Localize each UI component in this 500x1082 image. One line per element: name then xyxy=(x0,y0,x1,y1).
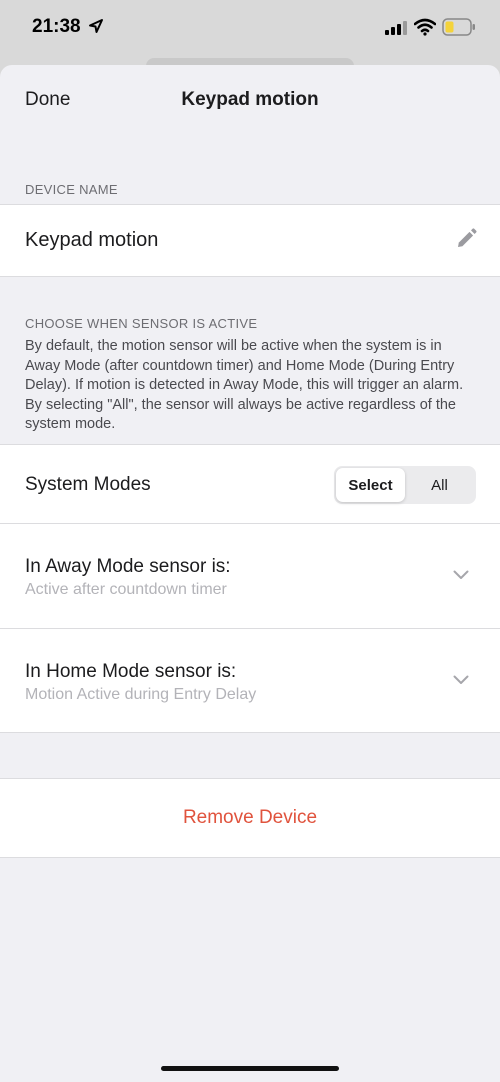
sensor-active-header: CHOOSE WHEN SENSOR IS ACTIVE xyxy=(25,316,258,331)
away-mode-row[interactable]: In Away Mode sensor is: Active after cou… xyxy=(0,523,500,628)
home-indicator xyxy=(161,1066,339,1071)
system-modes-label: System Modes xyxy=(25,474,151,495)
cellular-signal-icon xyxy=(385,21,407,35)
sensor-description: By default, the motion sensor will be ac… xyxy=(25,338,464,432)
away-mode-value: Active after countdown timer xyxy=(25,581,227,598)
remove-device-button[interactable]: Remove Device xyxy=(0,779,500,857)
wifi-icon xyxy=(414,18,436,36)
system-modes-row: System Modes Select All xyxy=(0,444,500,523)
status-time: 21:38 xyxy=(32,16,81,37)
segment-select[interactable]: Select xyxy=(336,468,405,502)
chevron-down-icon xyxy=(453,675,469,684)
system-modes-segmented-control[interactable]: Select All xyxy=(334,466,476,504)
navigation-bar: Done Keypad motion xyxy=(0,65,500,135)
remove-device-row: Remove Device xyxy=(0,778,500,858)
modal-sheet: Done Keypad motion DEVICE NAME Keypad mo… xyxy=(0,65,500,1082)
chevron-down-icon xyxy=(453,570,469,579)
device-name-header: DEVICE NAME xyxy=(25,182,118,197)
away-mode-title: In Away Mode sensor is: xyxy=(25,556,231,577)
device-name-row[interactable]: Keypad motion xyxy=(0,204,500,277)
status-bar: 21:38 xyxy=(0,0,500,56)
home-mode-title: In Home Mode sensor is: xyxy=(25,661,237,682)
device-name-value: Keypad motion xyxy=(25,229,159,251)
segment-all[interactable]: All xyxy=(405,468,474,502)
home-mode-value: Motion Active during Entry Delay xyxy=(25,686,257,703)
pencil-icon[interactable] xyxy=(455,228,477,250)
location-arrow-icon xyxy=(89,19,103,33)
home-mode-row[interactable]: In Home Mode sensor is: Motion Active du… xyxy=(0,628,500,733)
battery-icon xyxy=(442,18,475,36)
page-title: Keypad motion xyxy=(181,89,319,110)
